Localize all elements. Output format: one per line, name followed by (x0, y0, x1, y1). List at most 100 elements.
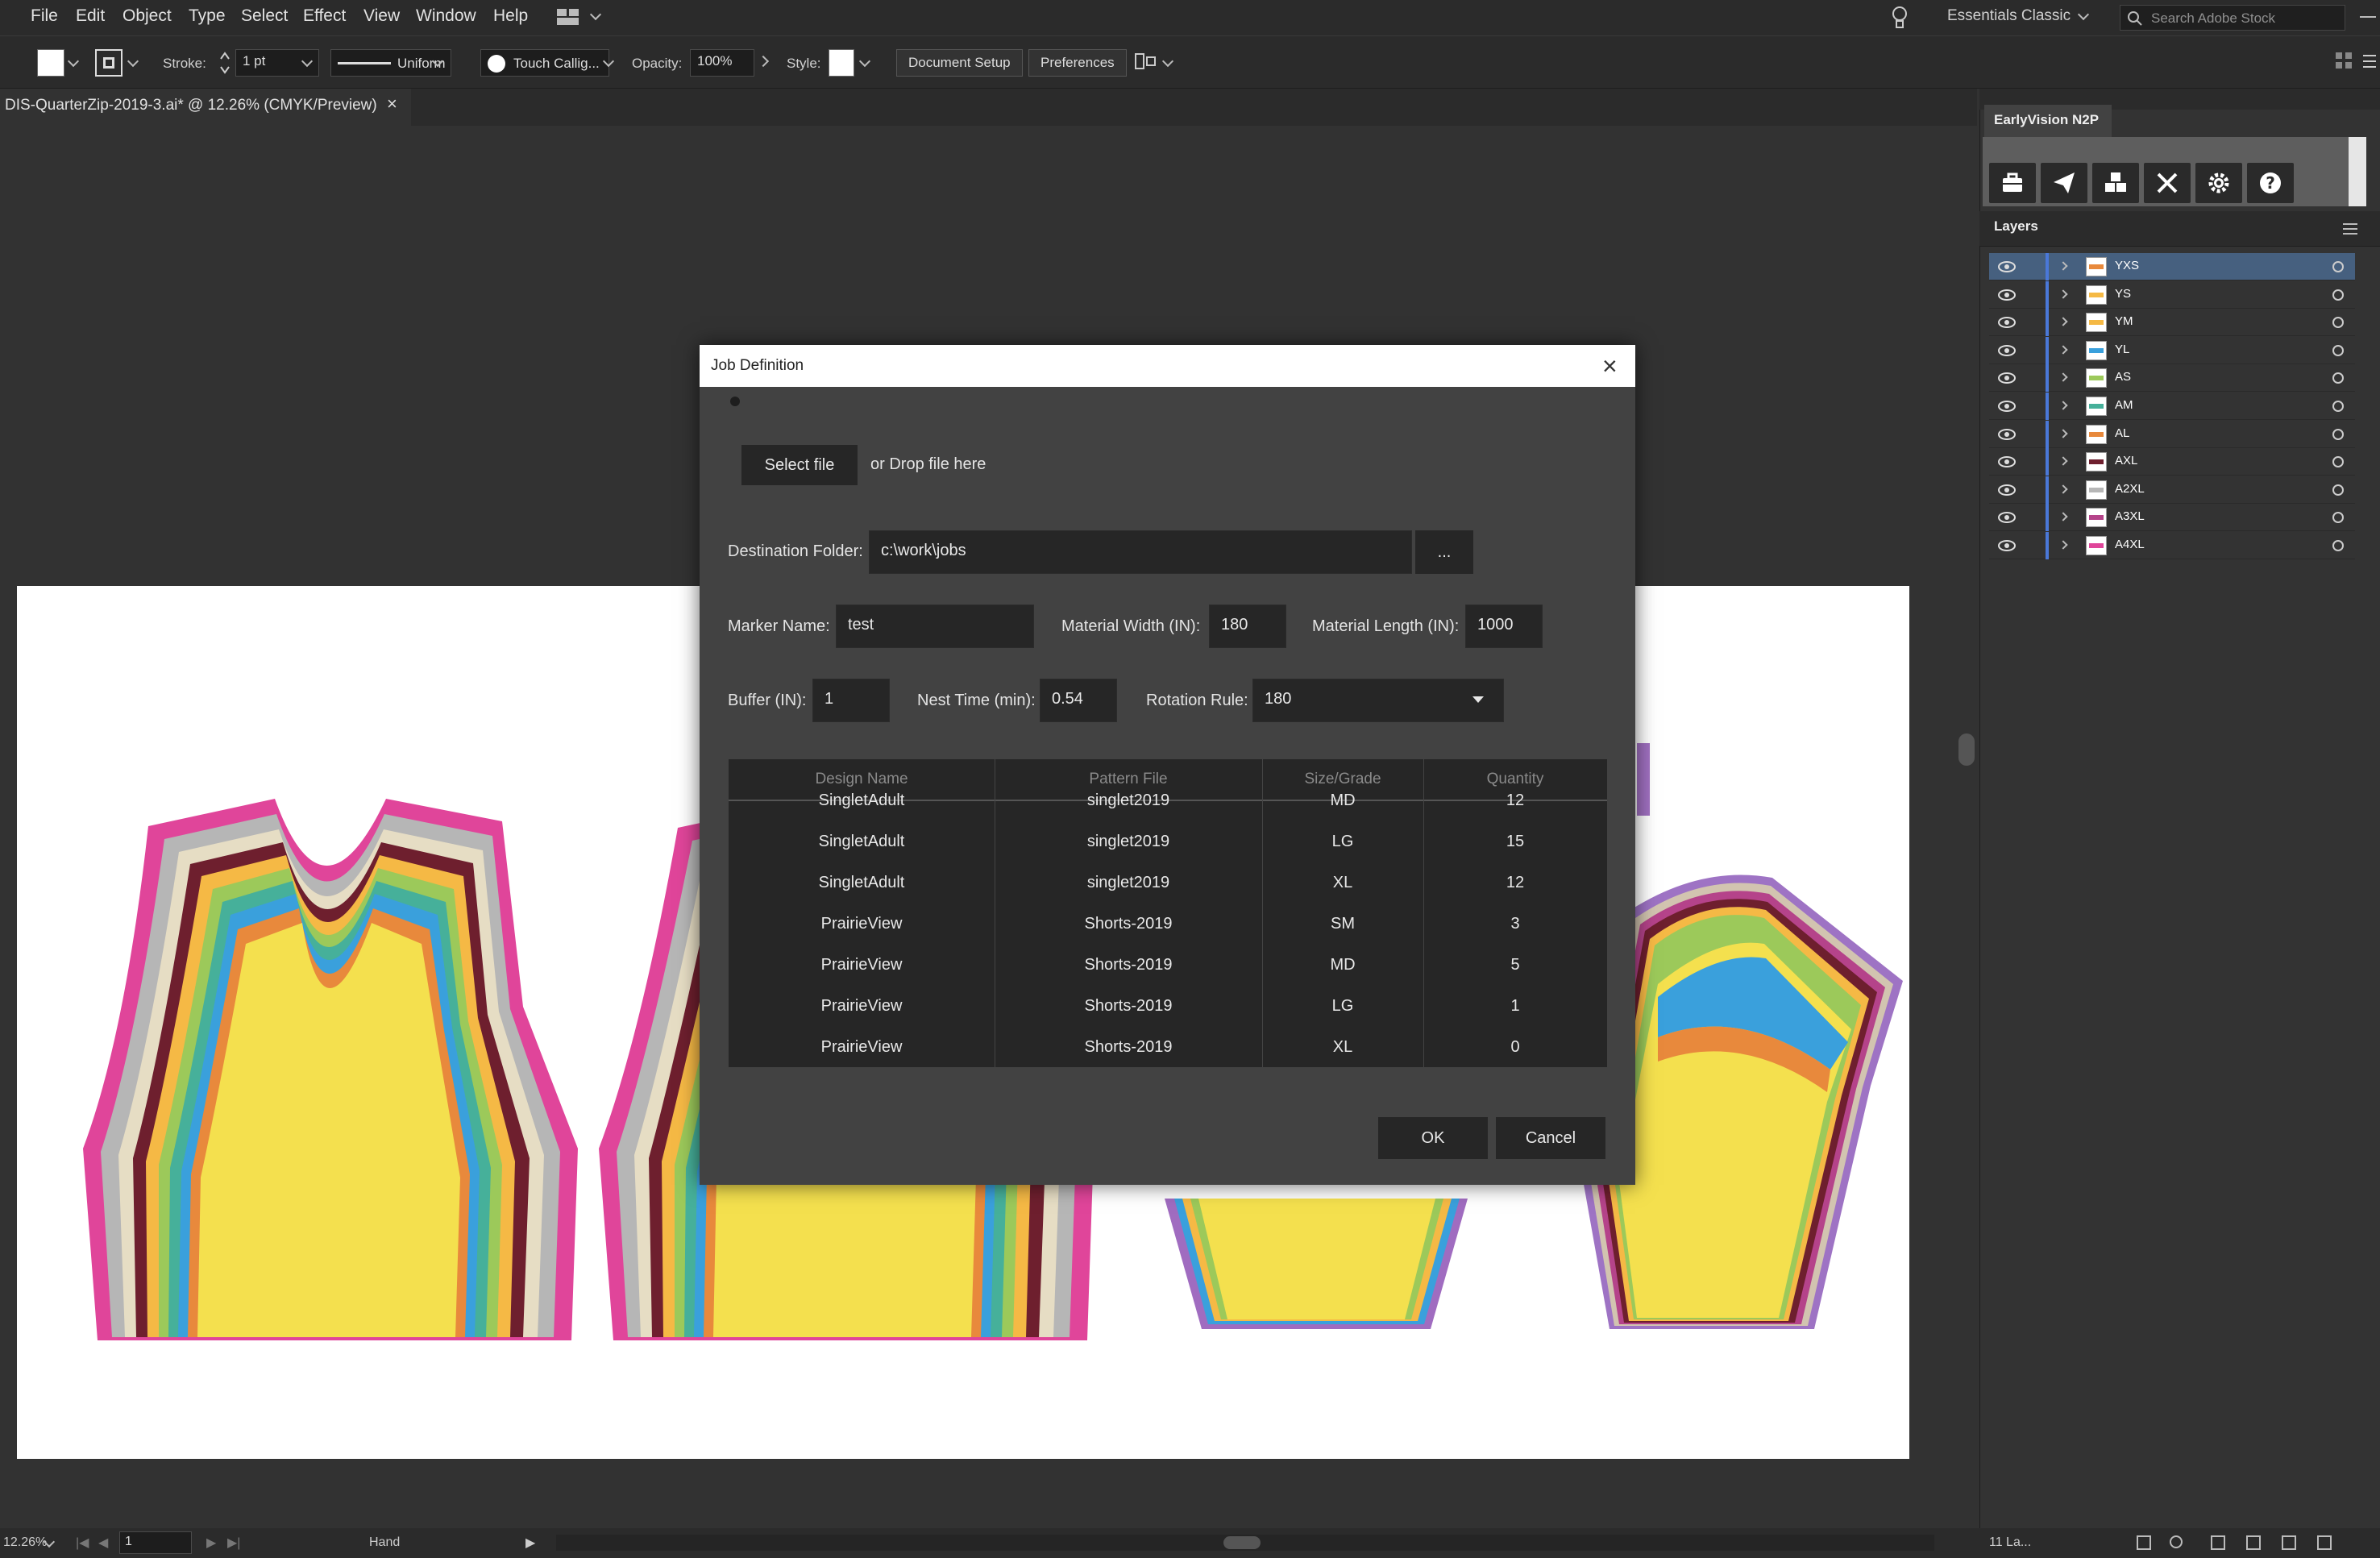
ok-button[interactable]: OK (1378, 1117, 1488, 1159)
layer-name[interactable]: A2XL (2115, 482, 2145, 496)
eye-icon[interactable] (1997, 455, 2017, 469)
menu-effect[interactable]: Effect (303, 6, 346, 26)
layer-name[interactable]: YS (2115, 287, 2131, 301)
layer-row[interactable]: AM (1989, 393, 2355, 420)
layer-row[interactable]: YXS (1989, 253, 2355, 280)
chevron-down-icon[interactable] (589, 8, 602, 21)
layer-name[interactable]: A3XL (2115, 509, 2145, 523)
layer-target-icon[interactable] (2332, 540, 2344, 551)
opacity-field[interactable]: 100% (690, 49, 754, 77)
material-width-input[interactable]: 180 (1209, 605, 1286, 648)
layer-name[interactable]: YM (2115, 314, 2133, 328)
caret-down-icon[interactable] (1472, 695, 1485, 704)
layer-target-icon[interactable] (2332, 512, 2344, 524)
layer-target-icon[interactable] (2332, 261, 2344, 272)
eye-icon[interactable] (1997, 288, 2017, 302)
plugin-scrollbar[interactable] (2349, 137, 2366, 206)
chevron-down-icon[interactable] (1161, 55, 1174, 68)
cancel-button[interactable]: Cancel (1496, 1117, 1605, 1159)
arrange-documents-icon[interactable] (556, 8, 580, 26)
chevron-right-icon[interactable] (2058, 372, 2068, 383)
panel-menu-icon[interactable] (2361, 51, 2378, 73)
chevron-right-icon[interactable] (2058, 345, 2068, 355)
material-length-input[interactable]: 1000 (1465, 605, 1543, 648)
rotation-rule-select[interactable]: 180 (1252, 679, 1504, 722)
menu-window[interactable]: Window (416, 6, 476, 26)
stock-search-field[interactable]: Search Adobe Stock (2120, 5, 2345, 31)
layer-name[interactable]: AXL (2115, 454, 2137, 467)
browse-folder-button[interactable]: ... (1415, 530, 1473, 574)
layer-target-icon[interactable] (2332, 428, 2344, 440)
chevron-right-icon[interactable] (2058, 401, 2068, 410)
chevron-right-icon[interactable] (2058, 428, 2068, 438)
marker-name-input[interactable]: test (836, 605, 1034, 648)
jobs-button[interactable] (1989, 163, 2036, 203)
menu-select[interactable]: Select (241, 6, 288, 26)
layer-row[interactable]: A2XL (1989, 476, 2355, 504)
previous-artboard-button[interactable]: ◀ (98, 1535, 108, 1551)
chevron-right-icon[interactable] (2058, 317, 2068, 326)
align-icon[interactable] (1133, 49, 1157, 73)
vertical-scrollbar-thumb[interactable] (1958, 733, 1975, 766)
layer-row[interactable]: A3XL (1989, 504, 2355, 532)
layers-panel-title[interactable]: Layers (1994, 218, 2038, 235)
graphic-style-swatch[interactable] (829, 49, 854, 77)
next-artboard-button[interactable]: ▶ (206, 1535, 216, 1551)
chevron-right-icon[interactable] (2058, 484, 2068, 494)
eye-icon[interactable] (1997, 260, 2017, 274)
eye-icon[interactable] (1997, 483, 2017, 497)
layer-name[interactable]: YXS (2115, 259, 2139, 272)
layer-row[interactable]: YL (1989, 336, 2355, 364)
nesting-button[interactable] (2092, 163, 2139, 203)
layer-row[interactable]: YM (1989, 309, 2355, 337)
document-tab-close-button[interactable]: × (387, 93, 397, 114)
eye-icon[interactable] (1997, 315, 2017, 330)
send-button[interactable] (2041, 163, 2087, 203)
layer-name[interactable]: A4XL (2115, 538, 2145, 551)
buffer-input[interactable]: 1 (812, 679, 890, 722)
chevron-down-icon[interactable] (67, 55, 80, 68)
chevron-right-icon[interactable] (2058, 512, 2068, 522)
eye-icon[interactable] (1997, 399, 2017, 413)
chevron-down-icon[interactable] (127, 55, 139, 68)
chevron-right-icon[interactable] (2058, 456, 2068, 466)
horizontal-scrollbar[interactable] (556, 1535, 1934, 1551)
layer-row[interactable]: AL (1989, 420, 2355, 448)
layer-row[interactable]: AS (1989, 364, 2355, 393)
artboard-number-field[interactable]: 1 (119, 1531, 192, 1554)
stepper-icon[interactable] (219, 49, 231, 77)
fill-swatch[interactable] (37, 49, 64, 77)
destination-folder-input[interactable]: c:\work\jobs (869, 530, 1412, 574)
panel-grid-icon[interactable] (2332, 49, 2357, 73)
help-button[interactable]: ? (2247, 163, 2294, 203)
layer-target-icon[interactable] (2332, 289, 2344, 301)
layer-target-icon[interactable] (2332, 344, 2344, 356)
status-menu-arrow[interactable]: ▶ (525, 1535, 535, 1551)
layer-target-icon[interactable] (2332, 401, 2344, 412)
chevron-right-icon[interactable] (2058, 540, 2068, 550)
zoom-level[interactable]: 12.26% (3, 1535, 47, 1550)
layer-name[interactable]: YL (2115, 343, 2129, 356)
menu-edit[interactable]: Edit (76, 6, 105, 26)
preferences-button[interactable]: Preferences (1028, 49, 1127, 77)
lightbulb-icon[interactable] (1891, 5, 1909, 31)
layer-target-icon[interactable] (2332, 484, 2344, 496)
first-artboard-button[interactable]: |◀ (76, 1535, 89, 1551)
select-file-button[interactable]: Select file (741, 445, 858, 485)
chevron-right-icon[interactable] (2058, 261, 2068, 271)
layer-name[interactable]: AM (2115, 398, 2133, 412)
nest-time-input[interactable]: 0.54 (1040, 679, 1117, 722)
document-setup-button[interactable]: Document Setup (896, 49, 1023, 77)
menu-object[interactable]: Object (123, 6, 172, 26)
job-items-table[interactable]: Design Name Pattern File Size/Grade Quan… (729, 759, 1607, 1067)
eye-icon[interactable] (1997, 343, 2017, 358)
dialog-close-button[interactable]: × (1602, 351, 1618, 381)
chevron-down-icon[interactable] (858, 55, 871, 68)
layer-row[interactable]: AXL (1989, 448, 2355, 476)
minimize-icon[interactable] (2360, 16, 2376, 18)
menu-file[interactable]: File (31, 6, 58, 26)
tools-button[interactable] (2144, 163, 2191, 203)
eye-icon[interactable] (1997, 371, 2017, 385)
eye-icon[interactable] (1997, 427, 2017, 442)
chevron-down-icon[interactable] (2077, 8, 2090, 21)
